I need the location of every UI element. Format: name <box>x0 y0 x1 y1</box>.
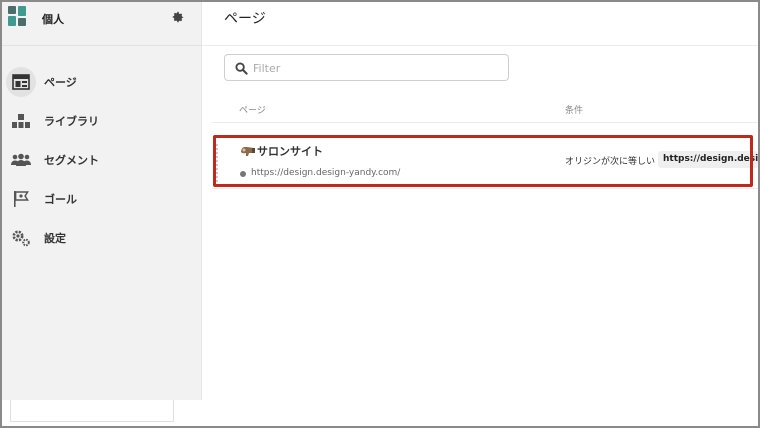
column-header-condition: 条件 <box>565 106 584 116</box>
library-blocks-icon <box>8 108 34 134</box>
drag-handle[interactable] <box>216 144 219 182</box>
sidebar-item-label: セグメント <box>44 153 99 167</box>
workspace-name[interactable]: 個人 <box>42 11 64 27</box>
divider <box>202 45 758 46</box>
goal-flag-icon <box>8 186 34 212</box>
page-layout-icon <box>6 66 36 97</box>
page-name[interactable]: サロンサイト <box>257 143 323 159</box>
column-header-page: ページ <box>239 106 266 116</box>
users-group-icon <box>8 147 34 173</box>
app-window: 個人 ページ ライブラリ セグメント ゴール 設定 ページ Filter ページ… <box>0 0 760 428</box>
sidebar-bottom-card <box>10 400 174 422</box>
sidebar-item-pages[interactable]: ページ <box>2 62 202 101</box>
settings-gears-icon <box>8 225 34 251</box>
divider <box>212 188 758 189</box>
page-url: https://design.design-yandy.com/ <box>251 168 401 178</box>
sidebar-item-library[interactable]: ライブラリ <box>2 101 202 140</box>
sidebar-item-label: ライブラリ <box>44 114 99 128</box>
sidebar-item-settings[interactable]: 設定 <box>2 218 202 257</box>
sidebar: 個人 ページ ライブラリ セグメント ゴール 設定 <box>2 2 202 400</box>
condition-label: オリジンが次に等しい <box>565 157 656 167</box>
hair-dryer-icon <box>241 146 255 156</box>
filter-box[interactable] <box>224 54 509 81</box>
main-content: ページ ページ 条件 サロンサイト https://design.design-… <box>202 2 758 426</box>
workspace-settings-gear-icon[interactable] <box>171 10 185 24</box>
sidebar-nav: ページ ライブラリ セグメント ゴール 設定 <box>2 62 202 257</box>
workspace-header: 個人 <box>2 2 202 46</box>
filter-input[interactable] <box>253 59 493 77</box>
page-title: ページ <box>224 11 266 27</box>
search-icon <box>235 62 248 75</box>
condition-value-chip: https://design.design-yandy.com <box>658 151 758 168</box>
sidebar-item-label: 設定 <box>44 231 66 245</box>
sidebar-item-goals[interactable]: ゴール <box>2 179 202 218</box>
app-logo-icon <box>8 6 28 26</box>
sidebar-item-label: ページ <box>44 75 77 89</box>
sidebar-item-label: ゴール <box>44 192 77 206</box>
status-dot <box>240 171 246 177</box>
divider <box>212 122 758 123</box>
sidebar-item-segments[interactable]: セグメント <box>2 140 202 179</box>
